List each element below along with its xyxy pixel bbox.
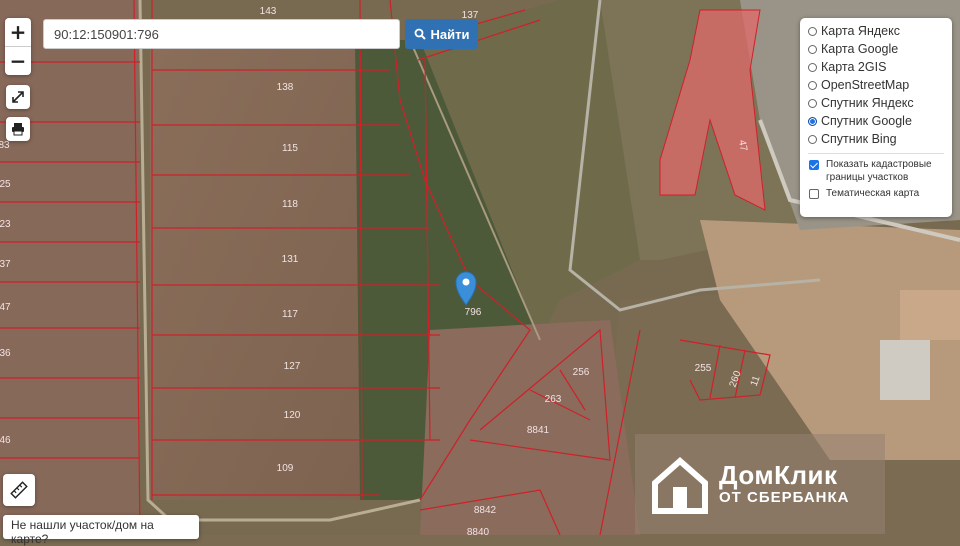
layer-option-label: Карта Google xyxy=(821,42,899,56)
radio-icon[interactable] xyxy=(808,26,817,36)
layer-option[interactable]: Карта Яндекс xyxy=(808,22,944,40)
domclick-watermark: ДомКлик ОТ СБЕРБАНКА xyxy=(635,434,885,534)
cadastral-borders-label: Показать кадастровые границы участков xyxy=(826,159,932,183)
parcel-label: 25 xyxy=(0,179,11,190)
layer-option-label: OpenStreetMap xyxy=(821,78,910,92)
parcel-label: 109 xyxy=(277,463,294,474)
find-button-label: Найти xyxy=(430,26,470,42)
divider xyxy=(808,153,944,154)
parcel-label: 8841 xyxy=(527,425,550,436)
radio-icon[interactable] xyxy=(808,98,817,108)
search-icon xyxy=(414,28,426,40)
parcel-label: 115 xyxy=(282,143,298,154)
cadastral-search-input[interactable]: 90:12:150901:796 xyxy=(43,19,400,49)
layer-option-label: Спутник Bing xyxy=(821,132,897,146)
zoom-control: + − xyxy=(5,18,31,75)
print-button[interactable] xyxy=(6,117,30,141)
print-icon xyxy=(12,123,24,136)
parcel-label: 256 xyxy=(573,367,590,378)
house-logo-icon xyxy=(652,457,708,514)
radio-selected-icon[interactable] xyxy=(808,116,817,126)
parcel-label: 8842 xyxy=(474,505,497,516)
zoom-out-button[interactable]: − xyxy=(5,47,31,75)
not-found-link[interactable]: Не нашли участок/дом на карте? xyxy=(3,515,199,546)
ruler-icon xyxy=(10,481,28,499)
parcel-label: 120 xyxy=(284,410,301,421)
layer-option-selected[interactable]: Спутник Google xyxy=(808,112,944,130)
layer-option-label: Спутник Яндекс xyxy=(821,96,914,110)
layer-option-label: Карта Яндекс xyxy=(821,24,900,38)
radio-icon[interactable] xyxy=(808,44,817,54)
checkbox-icon[interactable] xyxy=(809,189,819,199)
radio-icon[interactable] xyxy=(808,62,817,72)
layer-option-label: Карта 2GIS xyxy=(821,60,887,74)
radio-icon[interactable] xyxy=(808,80,817,90)
parcel-label: 47 xyxy=(0,302,11,313)
parcel-label: 127 xyxy=(284,361,301,372)
cadastral-borders-toggle[interactable]: Показать кадастровые границы участков xyxy=(808,158,944,184)
parcel-label: 117 xyxy=(282,309,298,320)
brand-subtitle: ОТ СБЕРБАНКА xyxy=(719,489,850,506)
layer-option[interactable]: OpenStreetMap xyxy=(808,76,944,94)
layer-option[interactable]: Спутник Bing xyxy=(808,130,944,148)
brand-title: ДомКлик xyxy=(719,460,838,490)
expand-icon xyxy=(12,91,24,103)
measure-button[interactable] xyxy=(3,474,35,506)
layer-option[interactable]: Спутник Яндекс xyxy=(808,94,944,112)
fullscreen-button[interactable] xyxy=(6,85,30,109)
marker-parcel-label: 796 xyxy=(465,307,482,318)
parcel-label: 255 xyxy=(695,363,712,374)
layer-option[interactable]: Карта Google xyxy=(808,40,944,58)
thematic-map-label: Тематическая карта xyxy=(826,188,920,199)
find-button[interactable]: Найти xyxy=(405,19,478,49)
parcel-label: 37 xyxy=(0,259,11,270)
parcel-label: 131 xyxy=(282,254,299,265)
parcel-label: 263 xyxy=(545,394,562,405)
parcel-label: 138 xyxy=(277,82,294,93)
zoom-in-button[interactable]: + xyxy=(5,18,31,47)
parcel-label: 46 xyxy=(0,435,11,446)
thematic-map-toggle[interactable]: Тематическая карта xyxy=(808,187,944,200)
parcel-label: 23 xyxy=(0,219,11,230)
parcel-label: 8840 xyxy=(467,527,490,535)
layer-switcher: Карта Яндекс Карта Google Карта 2GIS Ope… xyxy=(800,18,952,217)
parcel-label: 118 xyxy=(282,199,298,210)
search-input-value: 90:12:150901:796 xyxy=(54,26,159,42)
layer-option[interactable]: Карта 2GIS xyxy=(808,58,944,76)
parcel-label: 83 xyxy=(0,140,10,151)
radio-icon[interactable] xyxy=(808,134,817,144)
parcel-label: 36 xyxy=(0,348,11,359)
checkbox-checked-icon[interactable] xyxy=(809,160,819,170)
parcel-label: 143 xyxy=(260,6,277,17)
layer-option-label: Спутник Google xyxy=(821,114,912,128)
